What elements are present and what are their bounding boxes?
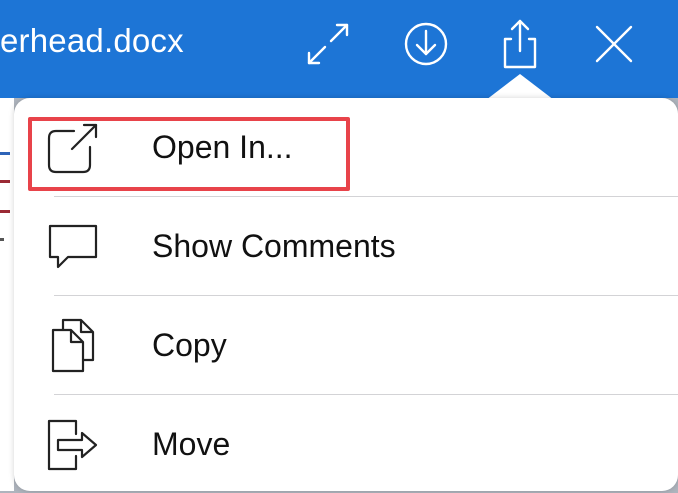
- document-fragment: [0, 180, 10, 183]
- document-fragment: [0, 152, 10, 155]
- share-icon[interactable]: [494, 18, 546, 70]
- document-fragment: [0, 210, 10, 213]
- menu-item-move[interactable]: Move: [14, 395, 678, 493]
- menu-item-label: Move: [152, 426, 231, 462]
- close-icon[interactable]: [588, 18, 640, 70]
- copy-icon: [44, 316, 102, 374]
- document-fragment: [0, 238, 4, 241]
- move-icon: [44, 415, 102, 473]
- menu-item-copy[interactable]: Copy: [14, 296, 678, 394]
- document-page-edge: [0, 98, 14, 491]
- menu-item-label: Show Comments: [152, 228, 396, 264]
- menu-item-label: Copy: [152, 327, 227, 363]
- top-toolbar: erhead.docx: [0, 0, 678, 98]
- document-title: erhead.docx: [0, 22, 184, 59]
- highlight-annotation: [28, 117, 350, 191]
- menu-item-show-comments[interactable]: Show Comments: [14, 197, 678, 295]
- popover-arrow: [486, 74, 554, 100]
- expand-icon[interactable]: [302, 18, 354, 70]
- comment-icon: [44, 217, 102, 275]
- download-icon[interactable]: [400, 18, 452, 70]
